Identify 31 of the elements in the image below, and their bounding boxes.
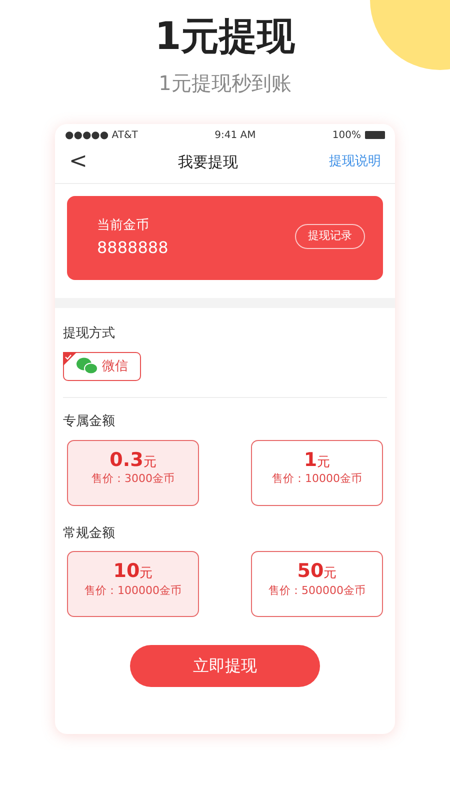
section-title: 常规金额 bbox=[63, 524, 116, 543]
price-text: 售价：3000金币 bbox=[90, 471, 176, 488]
amount-option[interactable]: 0.3元 售价：3000金币 bbox=[67, 440, 199, 506]
price-text: 售价：100000金币 bbox=[84, 582, 182, 599]
price-text: 售价：10000金币 bbox=[271, 471, 363, 488]
withdraw-now-button[interactable]: 立即提现 bbox=[130, 645, 320, 688]
back-button[interactable]: < bbox=[69, 150, 88, 173]
carrier-text: ●●●●● AT&T bbox=[65, 128, 138, 143]
payment-method-option[interactable]: 微信 bbox=[63, 352, 141, 382]
amount-option[interactable]: 1元 售价：10000金币 bbox=[251, 440, 383, 506]
battery-text: 100% bbox=[332, 128, 361, 143]
balance-value: 8888888 bbox=[97, 236, 168, 259]
balance-label: 当前金币 bbox=[97, 217, 150, 236]
subheadline: 1元提现秒到账 bbox=[158, 70, 292, 97]
amount-option[interactable]: 50元 售价：500000金币 bbox=[251, 551, 383, 618]
headline: 1元提现 bbox=[154, 14, 296, 60]
section-title: 提现方式 bbox=[63, 325, 116, 344]
clock-text: 9:41 AM bbox=[214, 128, 256, 143]
amount-text: 1元 bbox=[302, 448, 332, 472]
amount-option[interactable]: 10元 售价：100000金币 bbox=[67, 551, 199, 618]
amount-text: 10元 bbox=[112, 560, 154, 583]
withdraw-records-button[interactable]: 提现记录 bbox=[295, 224, 365, 249]
price-text: 售价：500000金币 bbox=[268, 582, 366, 599]
page-title: 我要提现 bbox=[178, 152, 238, 173]
section-title: 专属金额 bbox=[63, 413, 116, 432]
selected-corner-icon bbox=[63, 352, 77, 366]
amount-text: 0.3元 bbox=[108, 448, 158, 472]
amount-text: 50元 bbox=[296, 560, 338, 583]
chat-bubbles-icon bbox=[76, 357, 98, 376]
battery-icon bbox=[365, 131, 385, 140]
withdraw-info-link[interactable]: 提现说明 bbox=[329, 152, 381, 172]
